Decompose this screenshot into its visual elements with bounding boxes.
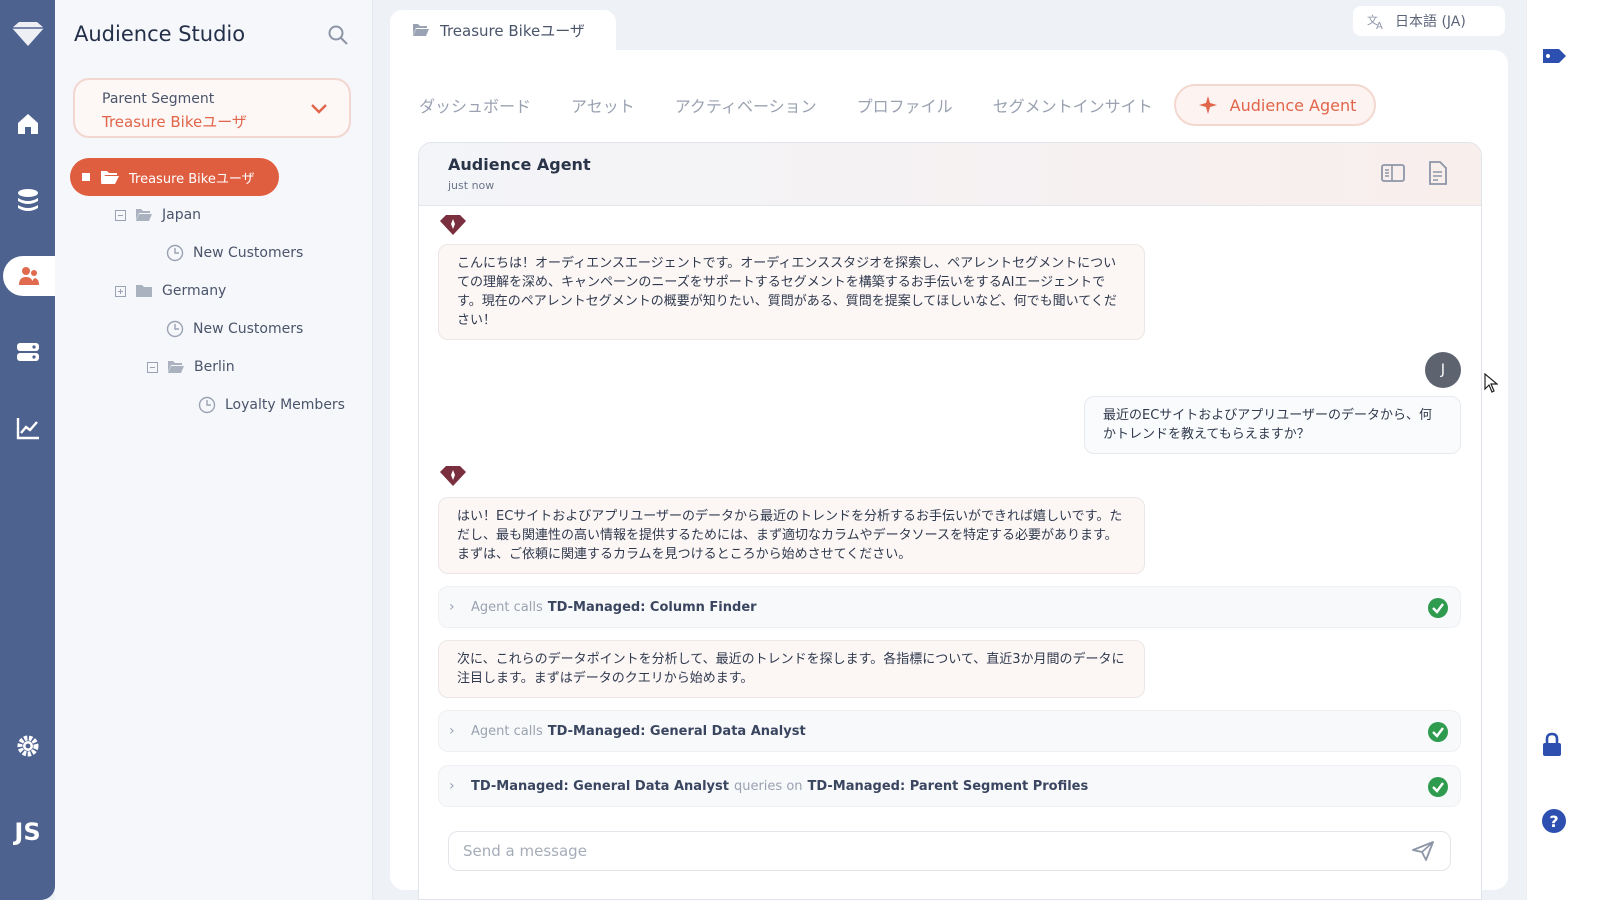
chevron-right-icon[interactable]: › bbox=[449, 723, 471, 739]
tab-profile[interactable]: プロファイル bbox=[857, 93, 953, 117]
folder-open-icon bbox=[101, 171, 119, 184]
document-tab-label: Treasure Bikeユーザ bbox=[440, 21, 585, 40]
folder-open-icon bbox=[168, 361, 184, 373]
tab-dashboard[interactable]: ダッシュボード bbox=[419, 93, 531, 117]
tree-node-root[interactable]: Treasure Bikeユーザ bbox=[70, 158, 279, 196]
user-message: 最近のECサイトおよびアプリユーザーのデータから、何かトレンドを教えてもらえます… bbox=[1084, 396, 1461, 454]
document-icon[interactable] bbox=[1427, 161, 1449, 189]
tree-node-label: Berlin bbox=[194, 359, 235, 375]
agent-chat-panel: Audience Agent just now こんにちは！オーディエンスエージ… bbox=[418, 142, 1482, 900]
agent-avatar-icon bbox=[438, 214, 468, 240]
help-icon[interactable]: ? bbox=[1541, 808, 1567, 838]
chevron-down-icon[interactable] bbox=[309, 98, 329, 118]
tab-assets[interactable]: アセット bbox=[571, 93, 635, 117]
folder-open-icon bbox=[136, 209, 152, 221]
chat-timestamp: just now bbox=[448, 179, 495, 192]
tree-node-label: Loyalty Members bbox=[225, 397, 345, 413]
lock-icon[interactable] bbox=[1541, 732, 1563, 762]
tab-audience-agent[interactable]: Audience Agent bbox=[1173, 84, 1377, 126]
chevron-right-icon[interactable]: › bbox=[449, 599, 471, 615]
tool-target: TD-Managed: Parent Segment Profiles bbox=[807, 778, 1089, 794]
parent-segment-selector[interactable]: Parent Segment Treasure Bikeユーザ bbox=[73, 78, 351, 138]
check-circle-icon bbox=[1428, 722, 1448, 746]
mouse-cursor-icon bbox=[1484, 372, 1499, 397]
chevron-right-icon[interactable]: › bbox=[449, 778, 471, 794]
tree-node-germany-new-customers[interactable]: New Customers bbox=[166, 317, 303, 341]
tool-call-row[interactable]: › TD-Managed: General Data Analyst queri… bbox=[438, 765, 1461, 807]
tool-call-prefix: Agent calls bbox=[471, 723, 543, 739]
agent-message: 次に、これらのデータポイントを分析して、最近のトレンドを探します。各指標について… bbox=[438, 640, 1145, 698]
agent-message: はい！ECサイトおよびアプリユーザーのデータから最近のトレンドを分析するお手伝い… bbox=[438, 497, 1145, 574]
sparkle-icon bbox=[1198, 96, 1217, 114]
segment-clock-icon bbox=[198, 396, 216, 414]
collapse-icon[interactable] bbox=[82, 173, 90, 181]
agent-message: こんにちは！オーディエンスエージェントです。オーディエンススタジオを探索し、ペア… bbox=[438, 244, 1145, 340]
translate-icon: 文A bbox=[1367, 13, 1383, 30]
svg-text:A: A bbox=[1376, 21, 1383, 30]
message-composer bbox=[448, 831, 1451, 871]
tab-segment-insight[interactable]: セグメントインサイト bbox=[993, 93, 1153, 117]
tree-node-label: Japan bbox=[162, 207, 202, 223]
folder-icon bbox=[136, 285, 152, 297]
document-tab[interactable]: Treasure Bikeユーザ bbox=[390, 10, 616, 50]
tag-icon[interactable] bbox=[1541, 46, 1567, 70]
tree-node-japan[interactable]: Japan bbox=[115, 203, 201, 227]
chart-icon[interactable] bbox=[0, 408, 55, 448]
send-icon[interactable] bbox=[1412, 841, 1434, 865]
tool-name: TD-Managed: General Data Analyst bbox=[471, 778, 729, 794]
tree-node-loyalty-members[interactable]: Loyalty Members bbox=[198, 393, 345, 417]
tool-call-row[interactable]: › Agent calls TD-Managed: General Data A… bbox=[438, 710, 1461, 752]
main-area: Treasure Bikeユーザ 文A 日本語 (JA) ダッシュボード アセッ… bbox=[373, 0, 1526, 900]
tree-node-berlin[interactable]: Berlin bbox=[147, 355, 235, 379]
tree-node-label: New Customers bbox=[193, 245, 304, 261]
language-selector[interactable]: 文A 日本語 (JA) bbox=[1353, 6, 1505, 36]
search-icon[interactable] bbox=[327, 24, 349, 46]
tree-node-label: New Customers bbox=[193, 321, 304, 337]
language-label: 日本語 (JA) bbox=[1395, 14, 1466, 30]
server-icon[interactable] bbox=[0, 332, 55, 372]
tool-call-row[interactable]: › Agent calls TD-Managed: Column Finder bbox=[438, 586, 1461, 628]
split-view-icon[interactable] bbox=[1381, 163, 1405, 187]
tool-call-connector: queries on bbox=[733, 778, 803, 794]
message-input[interactable] bbox=[463, 832, 1383, 869]
audience-icon[interactable] bbox=[3, 256, 55, 296]
segment-clock-icon bbox=[166, 320, 184, 338]
right-rail: ? bbox=[1526, 0, 1600, 900]
parent-segment-value: Treasure Bikeユーザ bbox=[102, 113, 247, 131]
tab-activation[interactable]: アクティベーション bbox=[675, 93, 817, 117]
svg-text:?: ? bbox=[1549, 812, 1558, 831]
user-avatar: J bbox=[1425, 352, 1461, 388]
gear-icon[interactable] bbox=[0, 726, 55, 766]
check-circle-icon bbox=[1428, 777, 1448, 801]
check-circle-icon bbox=[1428, 598, 1448, 622]
diamond-logo-icon[interactable] bbox=[0, 14, 55, 54]
parent-segment-label: Parent Segment bbox=[102, 91, 215, 107]
tool-name: TD-Managed: General Data Analyst bbox=[547, 723, 806, 739]
sidebar: Audience Studio Parent Segment Treasure … bbox=[55, 0, 373, 900]
folder-open-icon bbox=[413, 24, 429, 36]
expand-icon[interactable] bbox=[115, 285, 126, 297]
tree-node-germany[interactable]: Germany bbox=[115, 279, 226, 303]
tree-node-label: Treasure Bikeユーザ bbox=[129, 171, 255, 187]
chat-header: Audience Agent just now bbox=[419, 143, 1481, 206]
agent-avatar-icon bbox=[438, 465, 468, 491]
app-title: Audience Studio bbox=[74, 22, 246, 46]
app-rail: JS bbox=[0, 0, 55, 900]
collapse-icon[interactable] bbox=[147, 361, 158, 373]
segment-clock-icon bbox=[166, 244, 184, 262]
database-icon[interactable] bbox=[0, 180, 55, 220]
tree-node-japan-new-customers[interactable]: New Customers bbox=[166, 241, 303, 265]
tab-label: Audience Agent bbox=[1229, 95, 1357, 115]
tool-name: TD-Managed: Column Finder bbox=[547, 599, 757, 615]
section-tabs: ダッシュボード アセット アクティベーション プロファイル セグメントインサイト… bbox=[419, 84, 1377, 126]
user-initials[interactable]: JS bbox=[0, 818, 55, 846]
chat-title: Audience Agent bbox=[448, 155, 591, 174]
tree-node-label: Germany bbox=[162, 283, 227, 299]
home-icon[interactable] bbox=[0, 104, 55, 144]
collapse-icon[interactable] bbox=[115, 209, 126, 221]
tool-call-prefix: Agent calls bbox=[471, 599, 543, 615]
